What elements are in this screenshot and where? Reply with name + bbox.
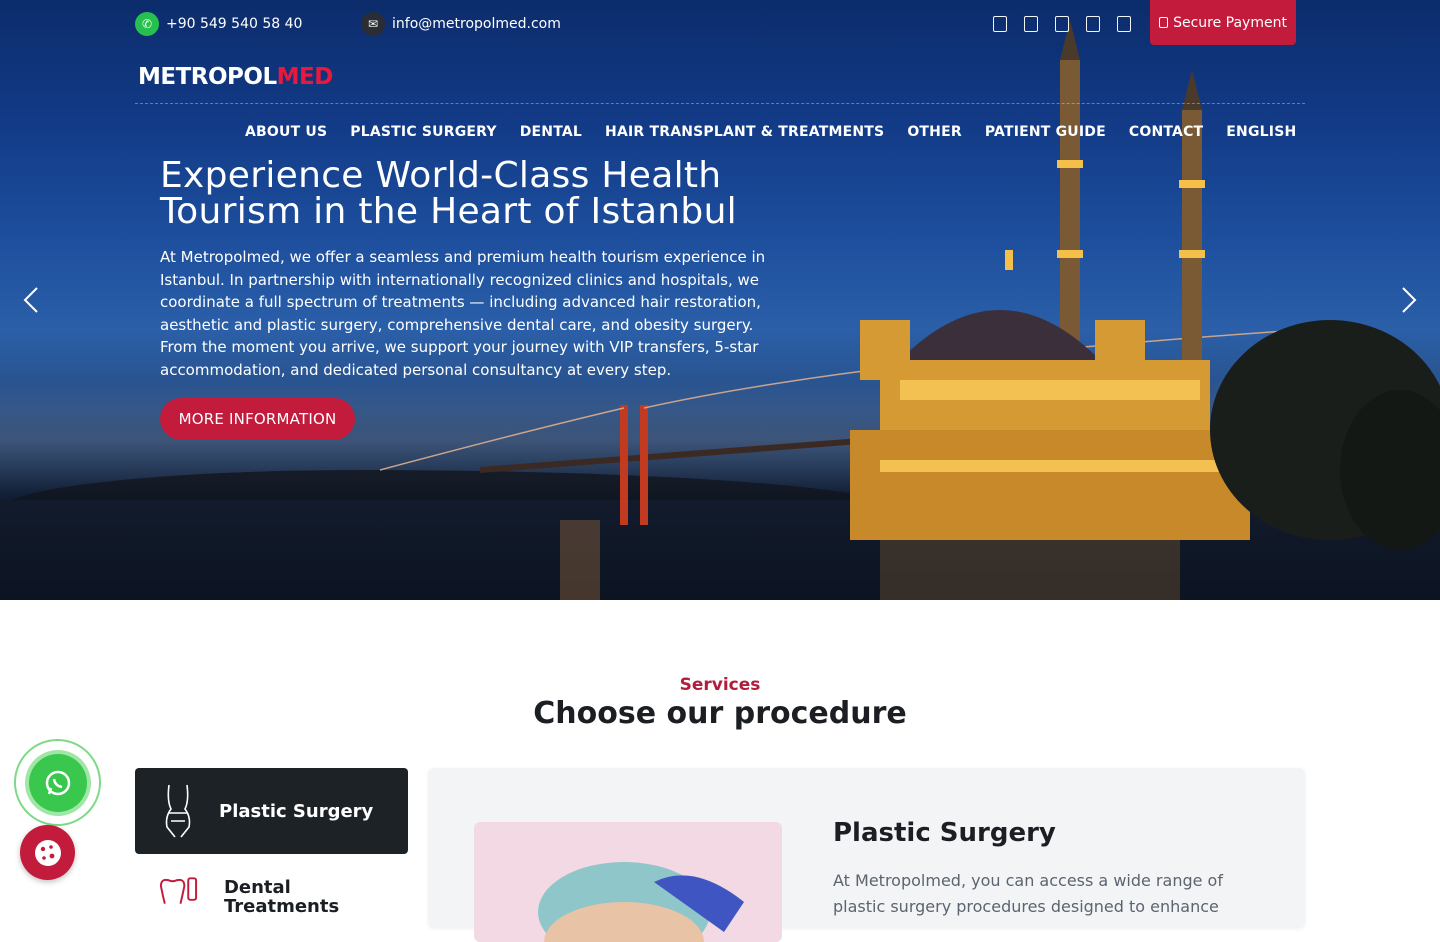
secure-payment-label: Secure Payment <box>1173 14 1287 31</box>
phone-icon: ✆ <box>135 12 159 36</box>
tab-dental-treatments[interactable]: Dental Treatments <box>135 870 408 930</box>
site-logo[interactable]: METROPOLMED <box>138 64 333 90</box>
youtube-icon[interactable] <box>1055 16 1069 32</box>
tab-label: Plastic Surgery <box>219 800 374 822</box>
procedure-description: At Metropolmed, you can access a wide ra… <box>833 871 1223 916</box>
procedure-photo-illustration <box>538 862 744 942</box>
email-address[interactable]: info@metropolmed.com <box>392 16 561 32</box>
tab-plastic-surgery[interactable]: Plastic Surgery <box>135 768 408 854</box>
chevron-left-icon[interactable] <box>22 286 40 314</box>
nav-item-plastic-surgery[interactable]: PLASTIC SURGERY <box>350 124 496 140</box>
instagram-icon[interactable] <box>1024 16 1038 32</box>
procedure-panel: Plastic Surgery At Metropolmed, you can … <box>428 768 1305 942</box>
body-silhouette-icon <box>165 784 191 838</box>
email-contact[interactable]: ✉ info@metropolmed.com <box>361 12 561 36</box>
header-divider <box>135 103 1305 104</box>
procedure-title: Plastic Surgery <box>833 818 1056 848</box>
hero-slider: ✆ +90 549 540 58 40 ✉ info@metropolmed.c… <box>0 0 1440 600</box>
nav-item-hair-transplant[interactable]: HAIR TRANSPLANT & TREATMENTS <box>605 124 884 140</box>
mosque-illustration <box>850 20 1250 540</box>
services-title: Choose our procedure <box>533 696 907 731</box>
cookie-icon <box>34 839 61 866</box>
phone-contact[interactable]: ✆ +90 549 540 58 40 <box>135 12 302 36</box>
hero-description: At Metropolmed, we offer a seamless and … <box>160 248 766 379</box>
nav-item-language[interactable]: ENGLISH <box>1226 124 1296 140</box>
logo-part-1: METROPOL <box>138 64 277 90</box>
hero-title: Experience World-Class Health Tourism in… <box>160 155 737 232</box>
phone-number[interactable]: +90 549 540 58 40 <box>166 16 302 32</box>
topbar: ✆ +90 549 540 58 40 ✉ info@metropolmed.c… <box>135 0 1305 45</box>
linkedin-icon[interactable] <box>1117 16 1131 32</box>
whatsapp-button[interactable] <box>14 739 101 826</box>
nav-item-other[interactable]: OTHER <box>907 124 962 140</box>
main-nav: ABOUT US PLASTIC SURGERY DENTAL HAIR TRA… <box>245 124 1319 140</box>
tooth-icon <box>159 877 198 904</box>
secure-payment-button[interactable]: Secure Payment <box>1150 0 1296 45</box>
tab-label: Dental Treatments <box>223 877 340 917</box>
chevron-right-icon[interactable] <box>1400 286 1418 314</box>
whatsapp-icon <box>28 753 87 812</box>
nav-item-dental[interactable]: DENTAL <box>520 124 582 140</box>
facebook-icon[interactable] <box>993 16 1007 32</box>
nav-item-contact[interactable]: CONTACT <box>1129 124 1203 140</box>
twitter-icon[interactable] <box>1086 16 1100 32</box>
nav-item-about-us[interactable]: ABOUT US <box>245 124 327 140</box>
social-links <box>993 16 1131 32</box>
lock-icon <box>1159 17 1169 28</box>
logo-part-2: MED <box>276 64 334 90</box>
nav-item-patient-guide[interactable]: PATIENT GUIDE <box>985 124 1106 140</box>
procedure-image <box>474 822 782 942</box>
more-information-button[interactable]: MORE INFORMATION <box>160 398 355 440</box>
services-eyebrow: Services <box>679 675 761 695</box>
email-icon: ✉ <box>361 12 385 36</box>
hero-content: Experience World-Class Health Tourism in… <box>160 158 780 381</box>
cookie-settings-button[interactable] <box>20 825 75 880</box>
